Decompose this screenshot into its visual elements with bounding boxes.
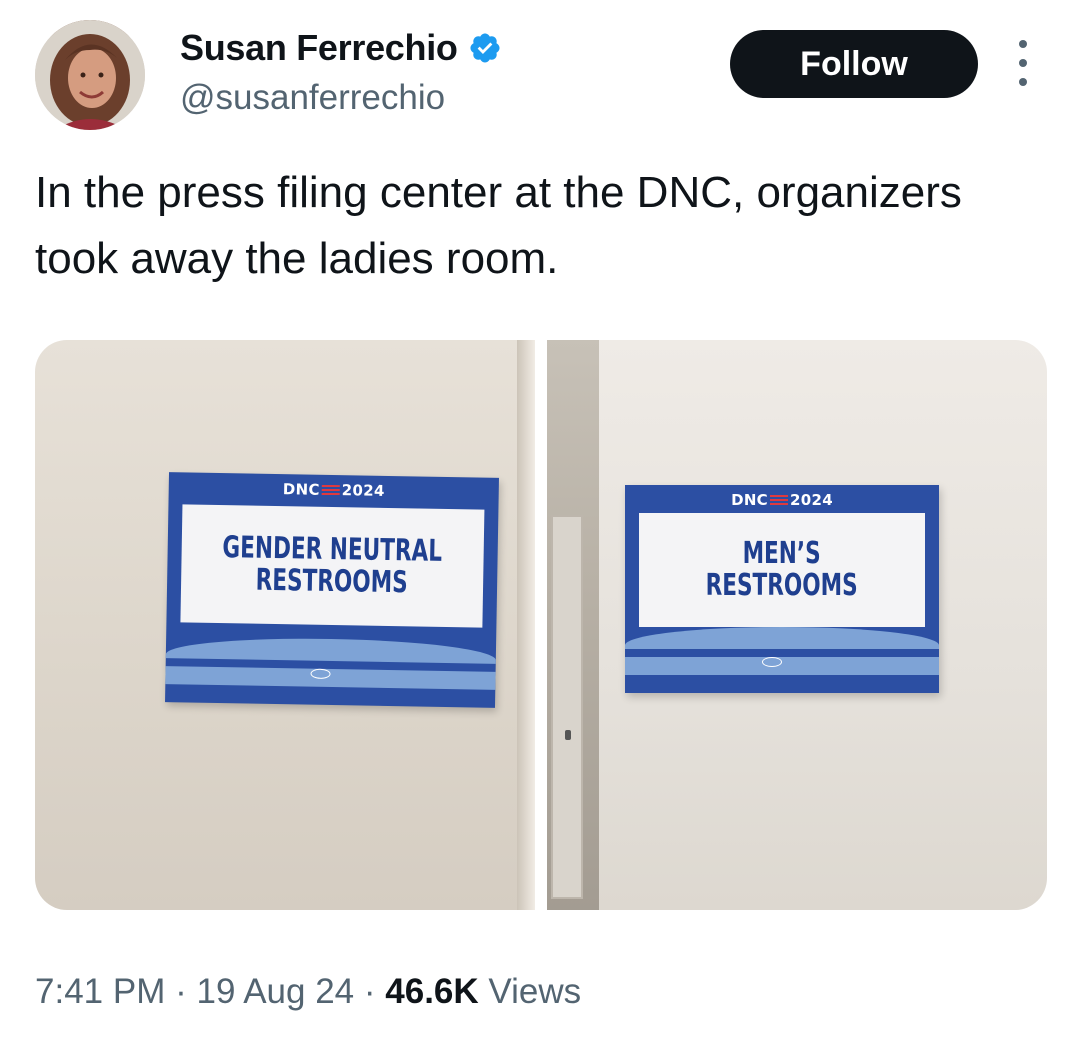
sign-wave [625,657,939,675]
dnc-seal-icon [762,657,782,667]
author-handle[interactable]: @susanferrechio [180,78,445,118]
more-dot-icon [1019,40,1027,48]
views-label: Views [488,972,582,1011]
dnc-stripes-icon [769,495,788,506]
sign-wave [165,636,497,664]
tweet-text: In the press filing center at the DNC, o… [35,168,962,283]
sign-header-year: 2024 [341,481,385,500]
sign-header-dnc: DNC [731,491,768,509]
sign-gender-neutral: DNC 2024 GENDER NEUTRAL RESTROOMS [165,472,499,708]
views-count[interactable]: 46.6K [385,972,478,1011]
author-name-row: Susan Ferrechio [180,28,502,68]
door-edge [517,340,535,910]
sign-mens: DNC 2024 MEN’S RESTROOMS [625,485,939,693]
sign-line-2: RESTROOMS [255,562,409,601]
sign-header: DNC 2024 [625,491,939,509]
sign-text: GENDER NEUTRAL RESTROOMS [222,530,443,601]
media-photo-left[interactable]: DNC 2024 GENDER NEUTRAL RESTROOMS [35,340,535,910]
hallway-background [547,340,599,910]
door-handle [565,730,571,740]
sign-header-year: 2024 [789,491,833,509]
sign-line-1: MEN’S [742,536,822,571]
sign-panel: MEN’S RESTROOMS [639,513,925,627]
door [551,515,583,899]
sign-wave [165,666,496,690]
tweet-time[interactable]: 7:41 PM [35,972,165,1011]
media-photo-right[interactable]: DNC 2024 MEN’S RESTROOMS [547,340,1047,910]
dnc-stripes-icon [321,484,340,497]
dnc-seal-icon [310,668,331,679]
tweet-meta: 7:41 PM · 19 Aug 24 · 46.6K Views [35,970,581,1014]
tweet-media[interactable]: DNC 2024 GENDER NEUTRAL RESTROOMS DNC 2024 [35,340,1047,910]
sign-header: DNC 2024 [169,478,499,502]
more-options-icon[interactable] [1008,40,1038,86]
verified-badge-icon [470,33,500,63]
sign-header-dnc: DNC [282,480,320,499]
follow-button[interactable]: Follow [730,30,978,98]
sign-panel: GENDER NEUTRAL RESTROOMS [180,504,485,628]
tweet-date[interactable]: 19 Aug 24 [196,972,354,1011]
sign-text: MEN’S RESTROOMS [706,538,858,602]
meta-separator: · [363,972,376,1011]
sign-wave [625,627,939,649]
avatar[interactable] [35,20,145,130]
more-dot-icon [1019,59,1027,67]
more-dot-icon [1019,78,1027,86]
sign-line-2: RESTROOMS [705,568,859,603]
author-name[interactable]: Susan Ferrechio [180,28,458,68]
meta-separator: · [175,972,187,1011]
avatar-portrait [35,20,145,130]
